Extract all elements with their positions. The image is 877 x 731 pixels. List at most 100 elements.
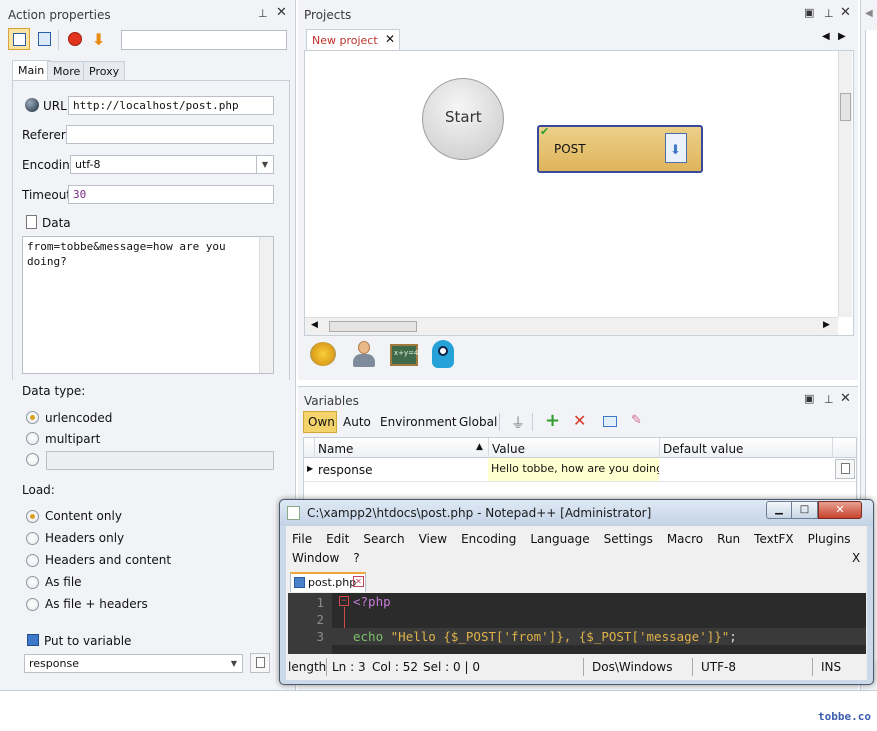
script-view-icon[interactable] [38, 32, 51, 46]
canvas-horizontal-scrollbar[interactable]: ◀ ▶ [305, 317, 838, 335]
close-icon[interactable]: ✕ [840, 5, 851, 20]
content-only-label: Content only [45, 509, 122, 523]
close-icon[interactable]: ✕ [276, 5, 287, 20]
arrow-down-icon[interactable]: ⬇ [92, 30, 105, 49]
close-icon[interactable]: ✕ [840, 391, 851, 406]
line-number: 1 [316, 595, 324, 610]
menu-macro[interactable]: Macro [667, 532, 703, 546]
filter-auto[interactable]: Auto [343, 415, 371, 429]
maximize-icon[interactable]: ▣ [804, 6, 814, 19]
status-length: length [288, 660, 327, 674]
tab-proxy[interactable]: Proxy [83, 61, 126, 81]
monster-icon[interactable] [432, 340, 454, 368]
filter-own[interactable]: Own [303, 411, 337, 433]
status-sel: Sel : 0 | 0 [423, 660, 480, 674]
pin-icon[interactable]: ⊥ [824, 7, 834, 20]
canvas-vertical-scrollbar[interactable] [838, 51, 852, 317]
menu-window[interactable]: Window [292, 551, 339, 565]
project-tab[interactable]: New project ✕ [306, 29, 400, 51]
collapse-icon[interactable]: ◀ [865, 8, 873, 19]
headers-only-label: Headers only [45, 531, 125, 545]
chevron-down-icon[interactable]: ▼ [256, 156, 273, 173]
notepad-tab[interactable]: post.php ✕ [290, 572, 366, 592]
filter-icon[interactable]: ⏚ [511, 413, 525, 433]
multipart-radio[interactable] [26, 432, 39, 445]
notepad-titlebar[interactable]: C:\xampp2\htdocs\post.php - Notepad++ [A… [280, 500, 873, 526]
stop-icon[interactable] [68, 32, 82, 46]
menu-file[interactable]: File [292, 532, 312, 546]
custom-type-radio[interactable] [26, 453, 39, 466]
content-only-radio[interactable] [26, 510, 39, 523]
maximize-button[interactable]: □ [792, 501, 818, 519]
status-line: Ln : 3 [332, 660, 366, 674]
menu-language[interactable]: Language [530, 532, 589, 546]
urlencoded-radio[interactable] [26, 411, 39, 424]
custom-type-input[interactable] [46, 451, 274, 470]
column-value[interactable]: Value [492, 442, 525, 456]
start-node[interactable]: Start [422, 78, 504, 160]
menu-textfx[interactable]: TextFX [754, 532, 793, 546]
menu-search[interactable]: Search [363, 532, 404, 546]
panel-title: Projects [304, 8, 352, 22]
headers-and-content-radio[interactable] [26, 554, 39, 567]
data-scrollbar[interactable] [259, 237, 273, 373]
copy-icon[interactable] [250, 653, 270, 673]
add-icon[interactable]: + [545, 410, 560, 431]
minimize-button[interactable]: ▁ [766, 501, 792, 519]
chevron-down-icon[interactable]: ▼ [226, 655, 242, 672]
pin-icon[interactable]: ⊥ [258, 7, 268, 20]
project-canvas[interactable]: Start ✔ POST ⬇ ◀ ▶ [304, 50, 854, 336]
menu-view[interactable]: View [419, 532, 447, 546]
referer-input[interactable] [66, 125, 274, 144]
code-editor[interactable]: 1 2 3 − <?php echo "Hello {$_POST['from'… [288, 593, 866, 654]
rename-icon[interactable] [603, 416, 617, 427]
tab-more[interactable]: More [47, 61, 87, 81]
timeout-input[interactable]: 30 [68, 185, 274, 204]
menu-run[interactable]: Run [717, 532, 740, 546]
copy-icon[interactable] [835, 459, 855, 479]
fold-marker[interactable]: − [339, 596, 349, 606]
close-document-icon[interactable]: X [852, 551, 860, 565]
maximize-icon[interactable]: ▣ [804, 392, 814, 405]
pin-icon[interactable]: ⊥ [824, 393, 834, 406]
close-button[interactable]: ✕ [818, 501, 862, 519]
menu-plugins[interactable]: Plugins [808, 532, 851, 546]
user-icon[interactable] [350, 340, 378, 368]
menu-encoding[interactable]: Encoding [461, 532, 516, 546]
properties-view-icon[interactable] [8, 28, 30, 50]
menu-help[interactable]: ? [353, 551, 359, 565]
urlencoded-label: urlencoded [45, 411, 113, 425]
variable-select[interactable]: response [24, 654, 243, 673]
data-textarea[interactable]: from=tobbe&message=how are you doing? [22, 236, 274, 374]
menu-edit[interactable]: Edit [326, 532, 349, 546]
panel-title: Action properties [8, 8, 111, 22]
timeout-label: Timeout [22, 188, 72, 202]
check-icon: ✔ [540, 125, 550, 138]
referer-label: Referer [22, 128, 66, 142]
delete-icon[interactable]: ✕ [573, 411, 586, 430]
eraser-icon[interactable]: ✎ [631, 413, 642, 428]
post-node[interactable]: ✔ POST ⬇ [537, 125, 703, 173]
variable-value: response [29, 657, 79, 670]
encoding-select[interactable]: utf-8 [70, 155, 274, 174]
as-file-label: As file [45, 575, 82, 589]
action-name-field[interactable] [121, 30, 287, 50]
gears-icon[interactable] [310, 342, 336, 366]
as-file-radio[interactable] [26, 576, 39, 589]
tab-scroll-right-icon[interactable]: ▶ [838, 31, 846, 42]
filter-environment[interactable]: Environment [380, 415, 457, 429]
as-file-headers-radio[interactable] [26, 598, 39, 611]
menu-settings[interactable]: Settings [604, 532, 653, 546]
close-icon[interactable]: ✕ [353, 576, 364, 587]
column-name[interactable]: Name [318, 442, 353, 456]
row-expand-icon[interactable]: ▶ [307, 464, 313, 473]
filter-global[interactable]: Global [459, 415, 497, 429]
close-icon[interactable]: ✕ [385, 32, 395, 46]
column-default-value[interactable]: Default value [663, 442, 743, 456]
tab-main[interactable]: Main [12, 60, 51, 81]
url-input[interactable]: http://localhost/post.php [68, 96, 274, 115]
table-row[interactable]: ▶ response Hello tobbe, how are you doin… [304, 458, 856, 482]
tab-scroll-left-icon[interactable]: ◀ [822, 31, 830, 42]
math-icon[interactable]: x+y=4 [390, 344, 418, 366]
headers-only-radio[interactable] [26, 532, 39, 545]
